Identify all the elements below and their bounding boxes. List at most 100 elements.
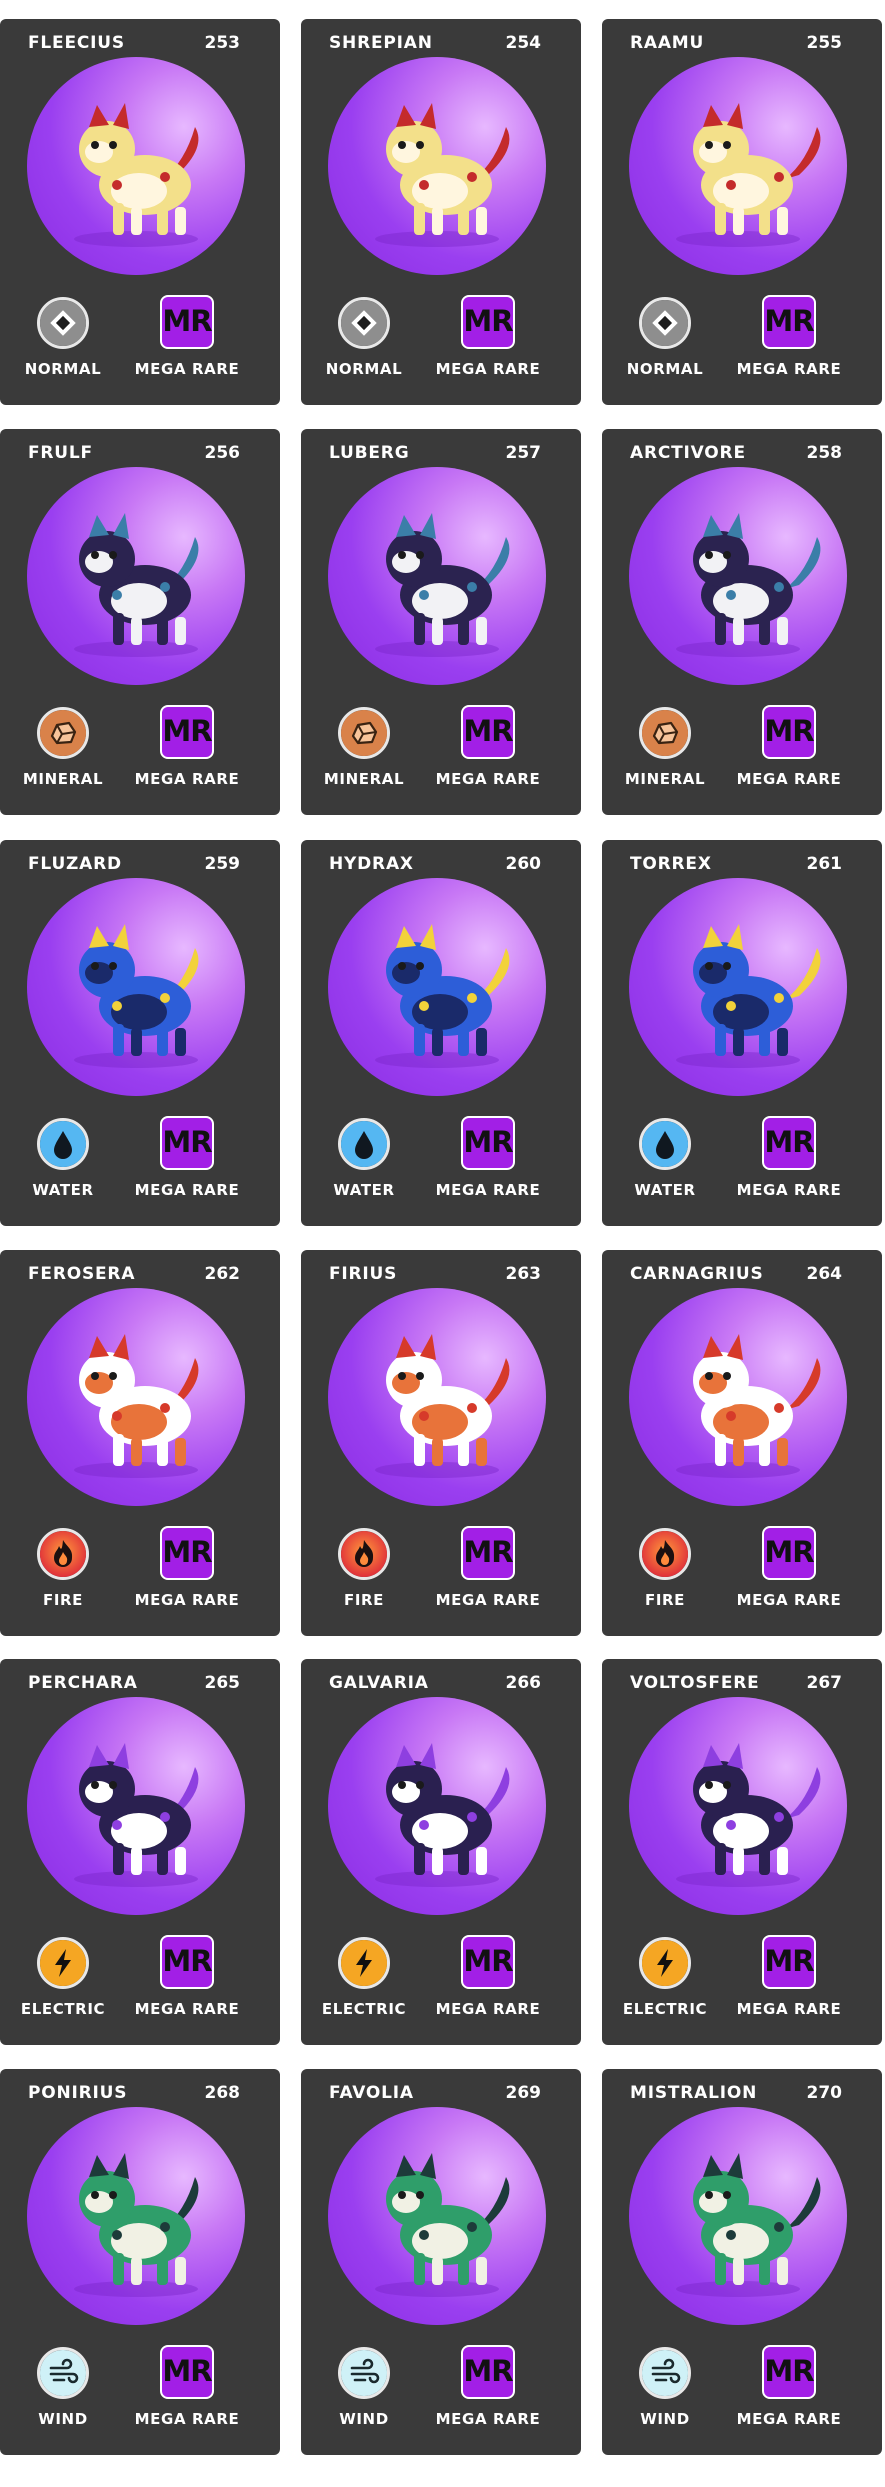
creature-card-ferosera[interactable]: FEROSERA 262 FIRE MR MEGA RARE bbox=[0, 1250, 280, 1636]
card-name: FAVOLIA bbox=[329, 2083, 414, 2103]
card-number: 260 bbox=[505, 854, 542, 874]
creature-card-arctivore[interactable]: ARCTIVORE 258 MINERAL MR MEGA RARE bbox=[602, 429, 882, 815]
creature-card-fluzard[interactable]: FLUZARD 259 WATER MR MEGA RARE bbox=[0, 840, 280, 1226]
creature-card-frulf[interactable]: FRULF 256 MINERAL MR MEGA RARE bbox=[0, 429, 280, 815]
rarity-label: MEGA RARE bbox=[435, 770, 541, 788]
creature-card-luberg[interactable]: LUBERG 257 MINERAL MR MEGA RARE bbox=[301, 429, 581, 815]
card-number: 259 bbox=[204, 854, 241, 874]
type-label: WIND bbox=[640, 2410, 690, 2428]
wind-icon bbox=[37, 2347, 89, 2399]
rarity-code: MR bbox=[764, 1535, 814, 1569]
creature-portrait bbox=[328, 2107, 546, 2325]
creature-card-ponirius[interactable]: PONIRIUS 268 WIND MR MEGA RARE bbox=[0, 2069, 280, 2455]
card-name: MISTRALION bbox=[630, 2083, 758, 2103]
creature-portrait bbox=[629, 2107, 847, 2325]
rarity-label: MEGA RARE bbox=[736, 1181, 842, 1199]
rarity-code: MR bbox=[764, 304, 814, 338]
creature-card-hydrax[interactable]: HYDRAX 260 WATER MR MEGA RARE bbox=[301, 840, 581, 1226]
rarity-label: MEGA RARE bbox=[736, 1591, 842, 1609]
bolt-icon bbox=[639, 1937, 691, 1989]
rarity-label: MEGA RARE bbox=[134, 1591, 240, 1609]
type-label: WIND bbox=[38, 2410, 88, 2428]
rarity-label: MEGA RARE bbox=[736, 2000, 842, 2018]
creature-portrait bbox=[27, 878, 245, 1096]
rarity-badge: MR bbox=[461, 2345, 515, 2399]
flame-icon bbox=[639, 1528, 691, 1580]
card-name: TORREX bbox=[630, 854, 712, 874]
rarity-label: MEGA RARE bbox=[435, 2410, 541, 2428]
creature-card-perchara[interactable]: PERCHARA 265 ELECTRIC MR MEGA RARE bbox=[0, 1659, 280, 2045]
type-label: ELECTRIC bbox=[622, 2000, 708, 2018]
creature-card-galvaria[interactable]: GALVARIA 266 ELECTRIC MR MEGA RARE bbox=[301, 1659, 581, 2045]
rock-icon bbox=[639, 707, 691, 759]
creature-card-firius[interactable]: FIRIUS 263 FIRE MR MEGA RARE bbox=[301, 1250, 581, 1636]
creature-portrait bbox=[629, 467, 847, 685]
rarity-badge: MR bbox=[762, 295, 816, 349]
rarity-badge: MR bbox=[762, 2345, 816, 2399]
card-name: HYDRAX bbox=[329, 854, 414, 874]
creature-portrait bbox=[27, 1697, 245, 1915]
type-label: MINERAL bbox=[323, 770, 405, 788]
card-name: GALVARIA bbox=[329, 1673, 429, 1693]
diamond-icon bbox=[338, 297, 390, 349]
rarity-badge: MR bbox=[461, 295, 515, 349]
rarity-badge: MR bbox=[461, 1116, 515, 1170]
type-label: WATER bbox=[634, 1181, 696, 1199]
creature-portrait bbox=[629, 1697, 847, 1915]
rarity-code: MR bbox=[463, 714, 513, 748]
card-name: FLEECIUS bbox=[28, 33, 125, 53]
drop-icon bbox=[639, 1118, 691, 1170]
rarity-code: MR bbox=[764, 714, 814, 748]
card-number: 270 bbox=[806, 2083, 843, 2103]
rock-icon bbox=[338, 707, 390, 759]
type-label: NORMAL bbox=[626, 360, 704, 378]
flame-icon bbox=[338, 1528, 390, 1580]
wind-icon bbox=[338, 2347, 390, 2399]
creature-card-carnagrius[interactable]: CARNAGRIUS 264 FIRE MR MEGA RARE bbox=[602, 1250, 882, 1636]
card-name: ARCTIVORE bbox=[630, 443, 746, 463]
drop-icon bbox=[37, 1118, 89, 1170]
rarity-label: MEGA RARE bbox=[134, 360, 240, 378]
creature-card-torrex[interactable]: TORREX 261 WATER MR MEGA RARE bbox=[602, 840, 882, 1226]
rarity-badge: MR bbox=[461, 705, 515, 759]
rarity-code: MR bbox=[162, 714, 212, 748]
rarity-code: MR bbox=[463, 1125, 513, 1159]
creature-card-voltosfere[interactable]: VOLTOSFERE 267 ELECTRIC MR MEGA RARE bbox=[602, 1659, 882, 2045]
rarity-code: MR bbox=[463, 304, 513, 338]
creature-portrait bbox=[328, 1697, 546, 1915]
rock-icon bbox=[37, 707, 89, 759]
creature-card-shrepian[interactable]: SHREPIAN 254 NORMAL MR MEGA RARE bbox=[301, 19, 581, 405]
rarity-label: MEGA RARE bbox=[435, 2000, 541, 2018]
rarity-label: MEGA RARE bbox=[134, 2000, 240, 2018]
creature-portrait bbox=[27, 57, 245, 275]
wind-icon bbox=[639, 2347, 691, 2399]
rarity-badge: MR bbox=[160, 295, 214, 349]
creature-portrait bbox=[328, 57, 546, 275]
rarity-badge: MR bbox=[461, 1935, 515, 1989]
rarity-code: MR bbox=[162, 1125, 212, 1159]
rarity-label: MEGA RARE bbox=[134, 2410, 240, 2428]
creature-card-mistralion[interactable]: MISTRALION 270 WIND MR MEGA RARE bbox=[602, 2069, 882, 2455]
card-number: 268 bbox=[204, 2083, 241, 2103]
creature-card-raamu[interactable]: RAAMU 255 NORMAL MR MEGA RARE bbox=[602, 19, 882, 405]
drop-icon bbox=[338, 1118, 390, 1170]
rarity-badge: MR bbox=[762, 1935, 816, 1989]
creature-card-fleecius[interactable]: FLEECIUS 253 NORMAL MR MEGA RARE bbox=[0, 19, 280, 405]
creature-card-grid: FLEECIUS 253 NORMAL MR MEGA RARE SHREPIAN 254 N… bbox=[0, 0, 885, 2487]
creature-card-favolia[interactable]: FAVOLIA 269 WIND MR MEGA RARE bbox=[301, 2069, 581, 2455]
rarity-badge: MR bbox=[762, 1526, 816, 1580]
card-name: RAAMU bbox=[630, 33, 705, 53]
type-label: MINERAL bbox=[22, 770, 104, 788]
card-name: FEROSERA bbox=[28, 1264, 136, 1284]
card-number: 266 bbox=[505, 1673, 542, 1693]
rarity-badge: MR bbox=[461, 1526, 515, 1580]
card-number: 267 bbox=[806, 1673, 843, 1693]
rarity-label: MEGA RARE bbox=[736, 360, 842, 378]
type-label: FIRE bbox=[343, 1591, 385, 1609]
card-number: 263 bbox=[505, 1264, 542, 1284]
type-label: NORMAL bbox=[24, 360, 102, 378]
card-name: VOLTOSFERE bbox=[630, 1673, 760, 1693]
rarity-label: MEGA RARE bbox=[435, 1591, 541, 1609]
rarity-badge: MR bbox=[160, 2345, 214, 2399]
creature-portrait bbox=[629, 1288, 847, 1506]
